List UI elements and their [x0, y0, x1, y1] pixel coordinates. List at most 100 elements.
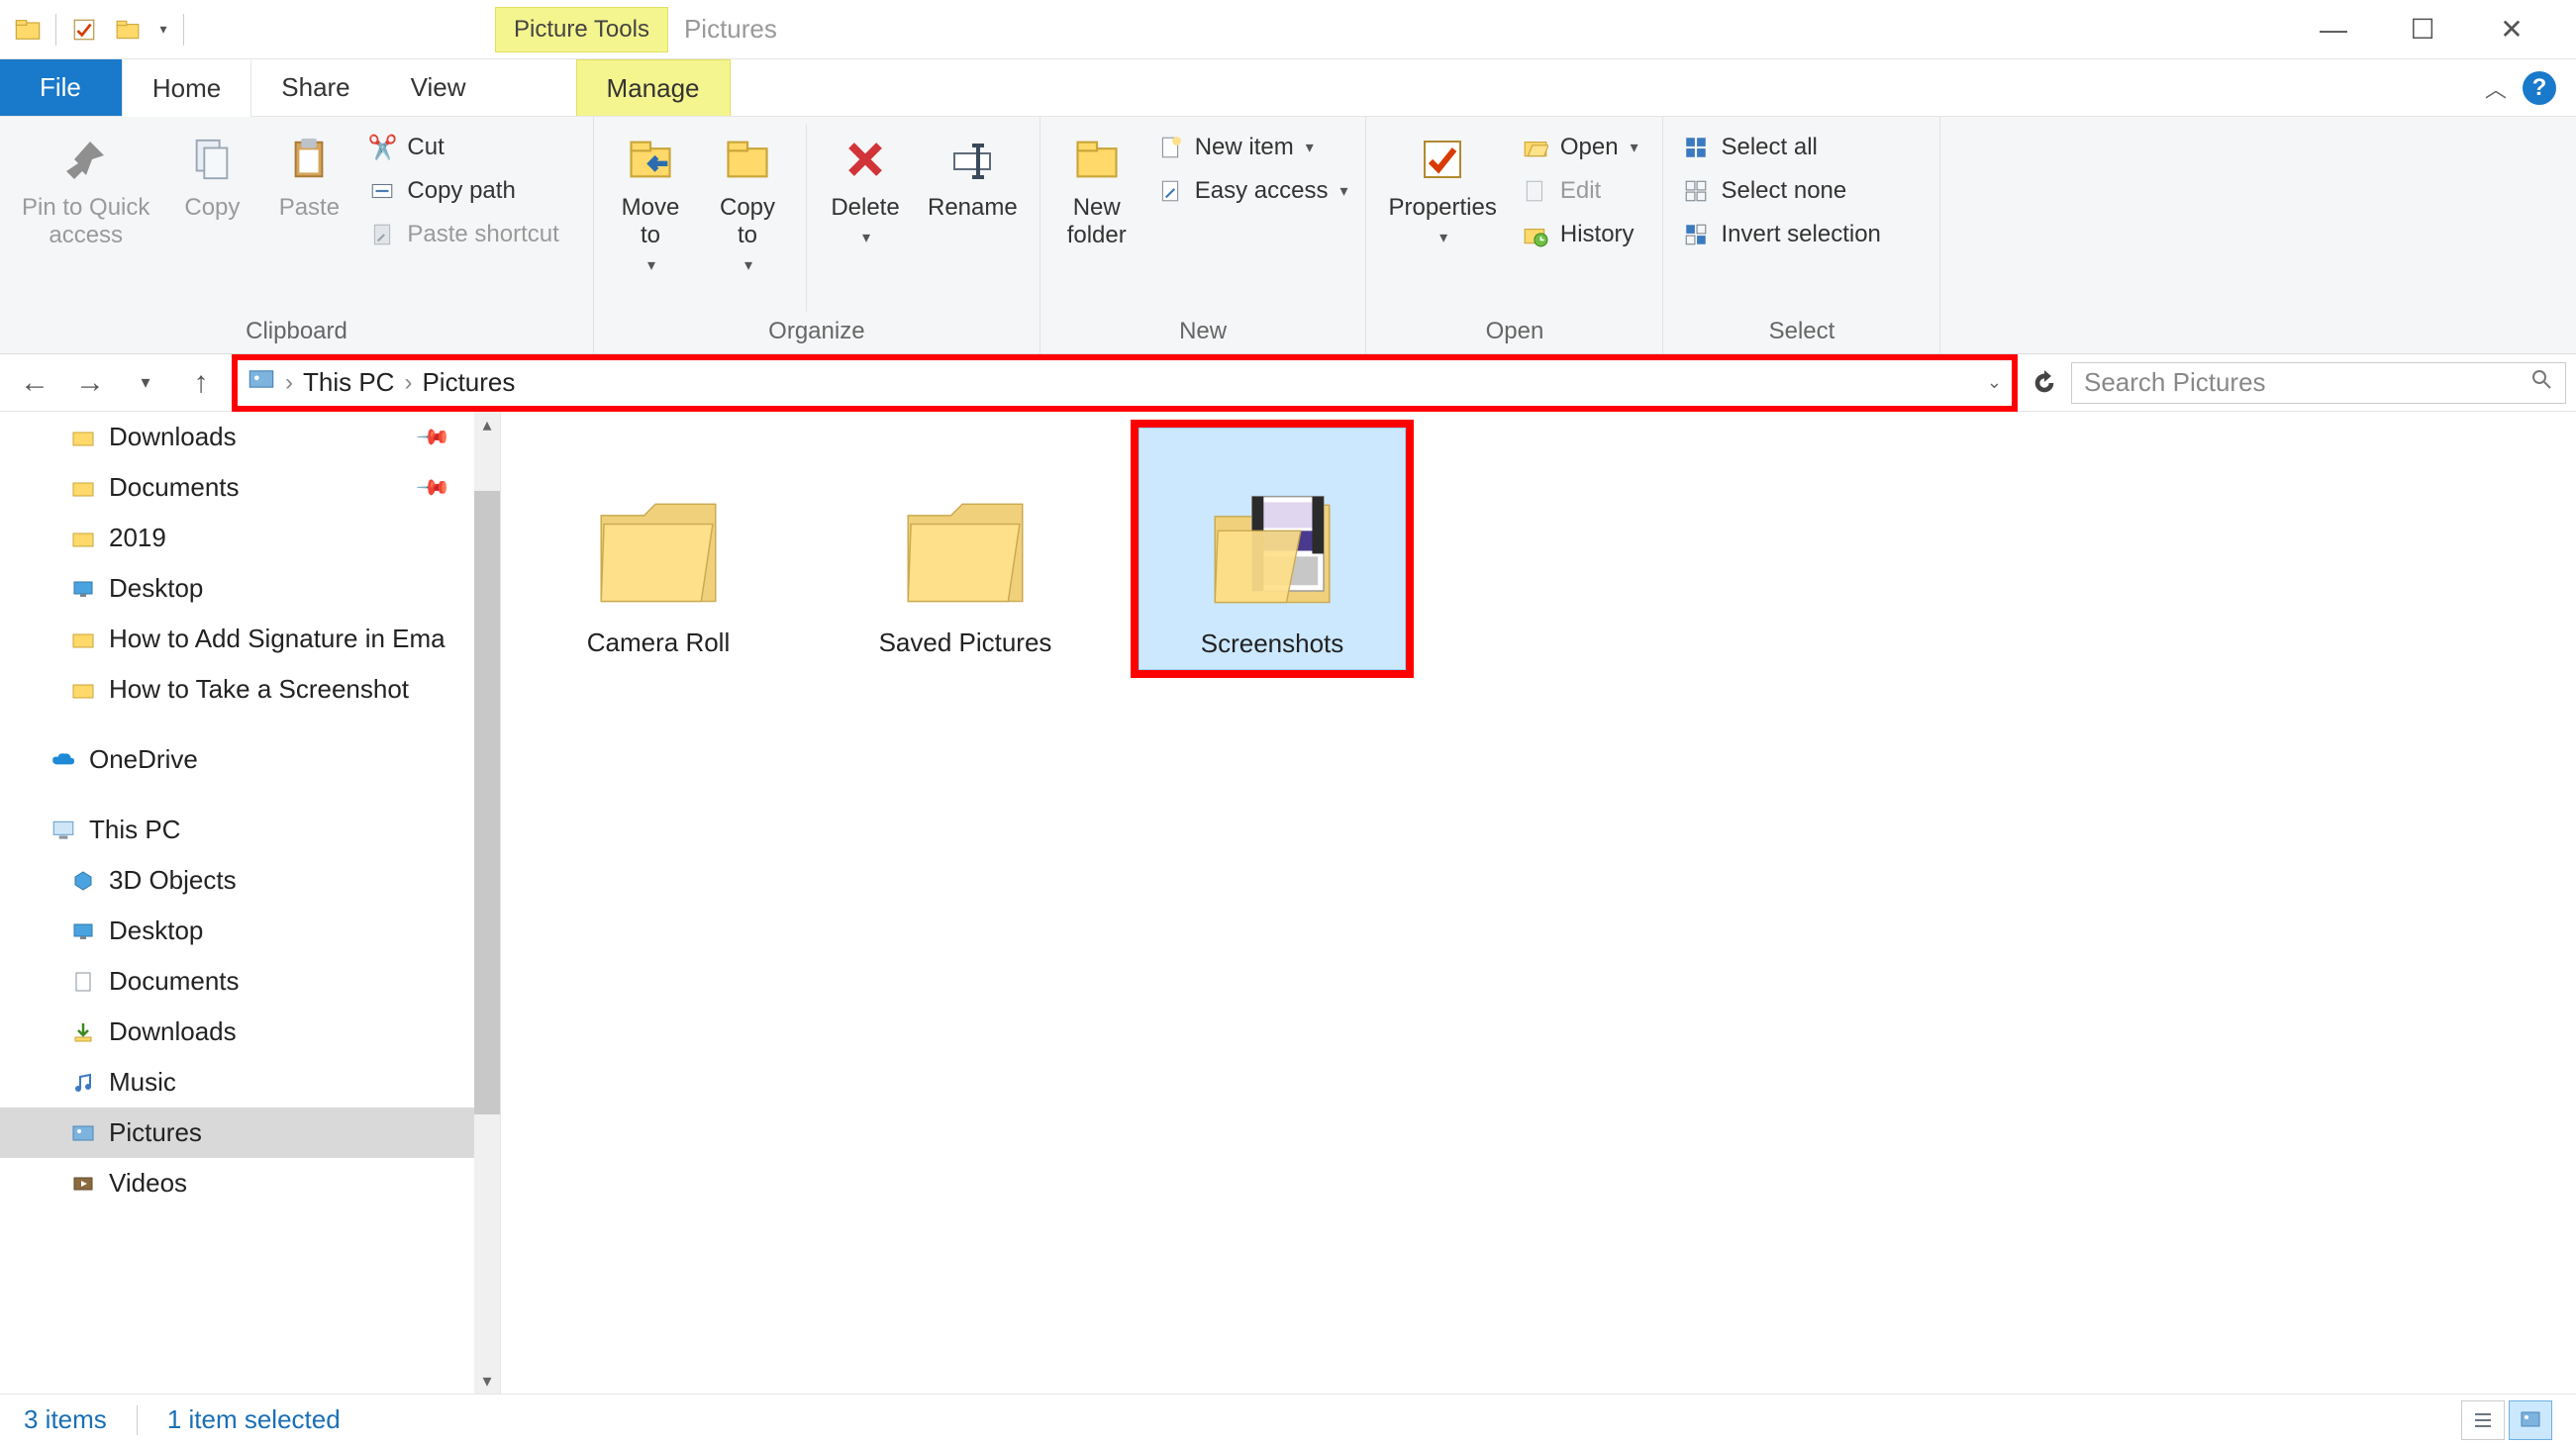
tree-item-howto-signature[interactable]: How to Add Signature in Ema — [0, 614, 500, 664]
scroll-up-icon[interactable]: ▴ — [474, 412, 500, 437]
new-folder-icon — [1068, 131, 1126, 188]
status-selected-count: 1 item selected — [167, 1404, 341, 1435]
ribbon: Pin to Quick access Copy Paste ✂️ Cut — [0, 117, 2576, 354]
address-dropdown-icon[interactable]: ⌄ — [1987, 372, 2002, 393]
details-view-button[interactable] — [2461, 1400, 2505, 1440]
qat-properties-icon[interactable] — [64, 10, 104, 49]
tree-item-desktop-2[interactable]: Desktop — [0, 906, 500, 956]
onedrive-icon — [50, 746, 77, 774]
delete-icon — [837, 131, 894, 188]
tree-item-videos[interactable]: Videos — [0, 1158, 500, 1208]
desktop-icon — [69, 575, 97, 603]
chevron-right-icon[interactable]: › — [285, 369, 293, 397]
folder-content[interactable]: Camera Roll Saved Pictures — [501, 412, 2576, 1394]
cut-button[interactable]: ✂️ Cut — [361, 129, 564, 166]
pin-to-quick-access-button[interactable]: Pin to Quick access — [12, 125, 159, 255]
tab-file[interactable]: File — [0, 59, 122, 116]
tree-item-onedrive[interactable]: OneDrive — [0, 734, 500, 785]
properties-button[interactable]: Properties▾ — [1378, 125, 1506, 253]
3d-objects-icon — [69, 867, 97, 895]
select-none-icon — [1681, 176, 1711, 206]
select-none-button[interactable]: Select none — [1675, 172, 1886, 210]
folder-label: Camera Roll — [587, 627, 731, 658]
context-tab-picture-tools: Picture Tools — [495, 7, 668, 52]
tree-item-this-pc[interactable]: This PC — [0, 805, 500, 855]
scrollbar-thumb[interactable] — [474, 491, 500, 1114]
qat-dropdown-icon[interactable]: ▾ — [151, 10, 175, 49]
new-folder-button[interactable]: New folder — [1052, 125, 1141, 255]
delete-button[interactable]: Delete▾ — [821, 125, 910, 253]
select-all-button[interactable]: Select all — [1675, 129, 1886, 166]
ribbon-group-open: Properties▾ Open▾ Edit — [1366, 117, 1663, 353]
pin-icon: 📌 — [414, 469, 451, 507]
tree-item-desktop[interactable]: Desktop — [0, 563, 500, 614]
chevron-right-icon[interactable]: › — [404, 369, 412, 397]
up-button[interactable]: ↑ — [176, 358, 226, 408]
copy-button[interactable]: Copy — [167, 125, 256, 228]
address-bar[interactable]: › This PC › Pictures ⌄ — [232, 354, 2018, 412]
tree-item-music[interactable]: Music — [0, 1057, 500, 1108]
tree-item-downloads-2[interactable]: Downloads — [0, 1007, 500, 1057]
ribbon-group-clipboard: Pin to Quick access Copy Paste ✂️ Cut — [0, 117, 594, 353]
maximize-button[interactable]: ☐ — [2398, 5, 2447, 54]
folder-icon — [69, 424, 97, 451]
select-all-icon — [1681, 133, 1711, 162]
folder-saved-pictures[interactable]: Saved Pictures — [832, 428, 1099, 668]
tab-home[interactable]: Home — [122, 60, 251, 117]
close-button[interactable]: ✕ — [2487, 5, 2536, 54]
collapse-ribbon-icon[interactable]: ︿ — [2485, 72, 2507, 104]
tree-scrollbar[interactable]: ▴ ▾ — [474, 412, 500, 1394]
tab-manage[interactable]: Manage — [576, 59, 731, 116]
breadcrumb-this-pc[interactable]: This PC — [303, 367, 394, 398]
pin-icon — [57, 131, 115, 188]
forward-button[interactable]: → — [65, 358, 115, 408]
search-input[interactable]: Search Pictures — [2071, 362, 2566, 404]
easy-access-button[interactable]: Easy access▾ — [1149, 172, 1354, 210]
help-button[interactable]: ? — [2523, 71, 2556, 105]
refresh-button[interactable] — [2024, 362, 2065, 404]
invert-selection-button[interactable]: Invert selection — [1675, 216, 1886, 253]
recent-locations-button[interactable]: ▾ — [121, 358, 170, 408]
scissors-icon: ✂️ — [367, 133, 397, 162]
scroll-down-icon[interactable]: ▾ — [474, 1368, 500, 1394]
rename-button[interactable]: Rename — [918, 125, 1028, 228]
downloads-icon — [69, 1018, 97, 1046]
rename-icon — [943, 131, 1001, 188]
paste-shortcut-button[interactable]: Paste shortcut — [361, 216, 564, 253]
tree-item-2019[interactable]: 2019 — [0, 513, 500, 563]
this-pc-icon — [50, 817, 77, 844]
paste-button[interactable]: Paste — [264, 125, 353, 228]
invert-selection-icon — [1681, 220, 1711, 249]
app-icon[interactable] — [8, 10, 48, 49]
history-button[interactable]: History — [1515, 216, 1644, 253]
edit-button[interactable]: Edit — [1515, 172, 1644, 210]
tree-item-documents-2[interactable]: Documents — [0, 956, 500, 1007]
copy-path-button[interactable]: Copy path — [361, 172, 564, 210]
tree-item-howto-screenshot[interactable]: How to Take a Screenshot — [0, 664, 500, 715]
properties-icon — [1414, 131, 1471, 188]
tab-share[interactable]: Share — [251, 59, 380, 116]
tree-item-3d-objects[interactable]: 3D Objects — [0, 855, 500, 906]
open-button[interactable]: Open▾ — [1515, 129, 1644, 166]
thumbnails-view-button[interactable] — [2509, 1400, 2552, 1440]
move-to-button[interactable]: Move to▾ — [606, 125, 695, 281]
history-icon — [1521, 220, 1550, 249]
ribbon-tabs: File Home Share View Manage ︿ ? — [0, 59, 2576, 117]
ribbon-group-new: New folder New item▾ Easy access▾ New — [1040, 117, 1367, 353]
tree-item-pictures[interactable]: Pictures — [0, 1108, 500, 1158]
copy-to-button[interactable]: Copy to▾ — [703, 125, 792, 281]
tree-item-documents[interactable]: Documents📌 — [0, 462, 500, 513]
qat-folder-icon[interactable] — [108, 10, 148, 49]
minimize-button[interactable]: — — [2309, 5, 2358, 54]
back-button[interactable]: ← — [10, 358, 59, 408]
folder-screenshots[interactable]: Screenshots — [1139, 428, 1406, 670]
breadcrumb-pictures[interactable]: Pictures — [422, 367, 515, 398]
folder-label: Saved Pictures — [879, 627, 1052, 658]
tree-item-downloads[interactable]: Downloads📌 — [0, 412, 500, 462]
new-item-button[interactable]: New item▾ — [1149, 129, 1354, 166]
folder-icon — [69, 676, 97, 704]
folder-camera-roll[interactable]: Camera Roll — [525, 428, 792, 668]
ribbon-group-organize: Move to▾ Copy to▾ Delete▾ Rename — [594, 117, 1040, 353]
tab-view[interactable]: View — [381, 59, 497, 116]
copy-icon — [183, 131, 241, 188]
